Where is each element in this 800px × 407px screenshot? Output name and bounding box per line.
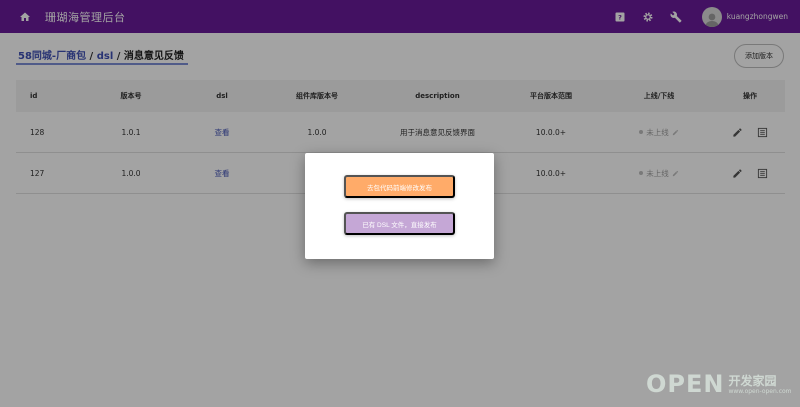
publish-dialog: 去包代码前端修改发布 已有 DSL 文件，直接发布 xyxy=(305,153,494,259)
watermark-url: www.open-open.com xyxy=(728,388,792,395)
watermark-cn: 开发家园 xyxy=(728,374,777,388)
modify-and-publish-button[interactable]: 去包代码前端修改发布 xyxy=(344,175,455,198)
watermark-brand: OPEN xyxy=(646,370,725,398)
watermark-logo: OPEN 开发家园 www.open-open.com xyxy=(646,372,792,396)
publish-existing-dsl-button[interactable]: 已有 DSL 文件，直接发布 xyxy=(344,212,455,235)
